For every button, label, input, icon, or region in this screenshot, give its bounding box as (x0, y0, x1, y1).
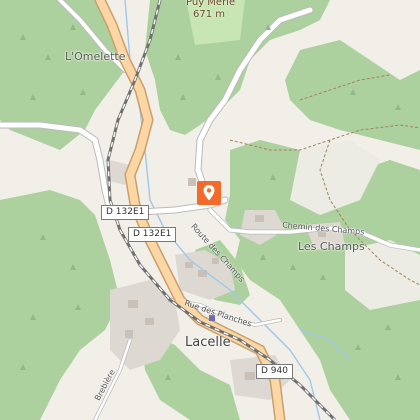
puy-merle-elevation: 671 m (193, 9, 226, 20)
map-base-layer (0, 0, 420, 420)
road-shield-d132e1: D 132E1 (101, 205, 150, 220)
puy-merle-label: Puy Merle (186, 0, 236, 8)
place-lacelle: Lacelle (185, 335, 231, 350)
map-canvas[interactable]: Puy Merle 671 m L'Omelette Les Champs La… (0, 0, 420, 420)
road-shield-d940: D 940 (256, 364, 293, 379)
place-les-champs: Les Champs (298, 240, 365, 253)
location-marker[interactable] (197, 181, 221, 205)
map-pin-icon (203, 185, 215, 201)
place-omelette: L'Omelette (65, 50, 126, 63)
road-shield-d132e1-secondary: D 132E1 (128, 227, 177, 242)
